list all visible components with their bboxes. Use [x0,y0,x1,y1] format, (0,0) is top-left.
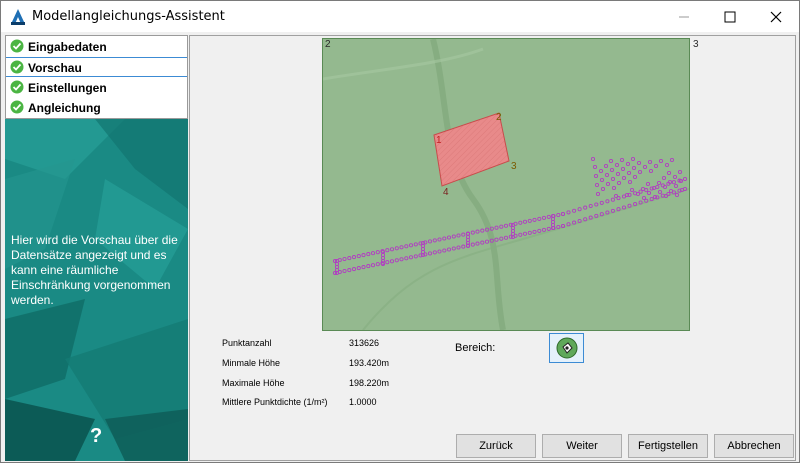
preview-map[interactable]: 1 2 3 4 2 3 [322,38,699,331]
close-icon [770,11,782,22]
cancel-button[interactable]: Abbrechen [714,434,794,458]
step-einstellungen[interactable]: Einstellungen [6,78,187,98]
vertex-label: 2 [496,112,502,123]
corner-label: 2 [325,39,331,50]
bereich-select-button[interactable] [549,333,584,363]
maximize-button[interactable] [707,1,753,32]
minimize-button[interactable] [661,1,707,32]
window-title: Modellangleichungs-Assistent [32,9,225,24]
title-bar: Modellangleichungs-Assistent [1,1,799,32]
close-button[interactable] [753,1,799,32]
next-button[interactable]: Weiter [542,434,622,458]
step-label: Einstellungen [28,81,107,95]
maximize-icon [724,11,736,22]
vertex-label: 1 [436,135,442,146]
step-eingabedaten[interactable]: Eingabedaten [6,37,187,57]
stat-label: Minmale Höhe [222,358,281,368]
wizard-steps: Eingabedaten Vorschau Einstellungen Angl… [5,35,188,119]
step-label: Angleichung [28,101,101,115]
stat-value: 313626 [349,338,380,348]
wizard-sidebar: Eingabedaten Vorschau Einstellungen Angl… [5,35,188,461]
check-icon [10,39,24,53]
stat-label: Punktanzahl [222,338,272,348]
step-vorschau[interactable]: Vorschau [6,57,187,77]
check-icon [10,80,24,94]
step-angleichung[interactable]: Angleichung [6,98,187,118]
stat-value: 198.220m [349,378,390,388]
back-button[interactable]: Zurück [456,434,536,458]
assistant-window: Modellangleichungs-Assistent Eingabedate… [0,0,800,463]
stat-label: Mittlere Punktdichte (1/m²) [222,397,328,407]
stat-label: Maximale Höhe [222,378,285,388]
bereich-label: Bereich: [455,342,496,354]
step-label: Eingabedaten [28,40,107,54]
finish-button[interactable]: Fertigstellen [628,434,708,458]
vertex-label: 4 [443,187,449,198]
step-label: Vorschau [28,61,82,75]
help-icon[interactable]: ? [90,425,102,448]
corner-label: 3 [693,39,699,50]
preview-panel: 1 2 3 4 2 3 Punktanzahl 313626 Minmale H… [189,35,796,461]
check-icon [10,100,24,114]
check-icon [10,60,24,74]
sidebar-description: Hier wird die Vorschau über die Datensät… [11,233,178,307]
terrain-preview: 1 2 3 4 [322,38,690,331]
polygon-select-icon [556,337,577,359]
minimize-icon [679,16,689,17]
stat-value: 193.420m [349,358,390,368]
stat-value: 1.0000 [349,397,377,407]
vertex-label: 3 [511,161,517,172]
app-logo-icon [11,9,25,25]
